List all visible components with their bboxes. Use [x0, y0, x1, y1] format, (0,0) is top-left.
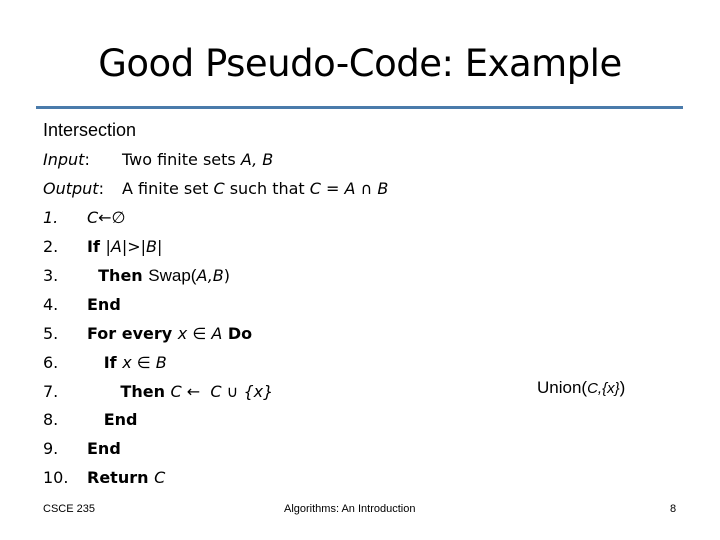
code-line-10: 10. Return C [43, 468, 165, 487]
keyword: Then [87, 266, 149, 285]
line-number: 2. [43, 237, 59, 256]
input-vars: A, B [240, 150, 274, 169]
code-line-4: 4. End [43, 295, 121, 314]
code-line-1: 1. C←∅ [43, 208, 126, 227]
keyword: End [87, 439, 121, 458]
keyword: Do [222, 324, 253, 343]
keyword: Then [87, 382, 171, 401]
keyword: For every [87, 324, 178, 343]
line-number: 9. [43, 439, 59, 458]
input-label: Input [43, 150, 85, 169]
output-c: C [213, 179, 225, 198]
code: x ∈ A [177, 324, 223, 343]
code-line-5: 5. For every x ∈ A Do [43, 324, 252, 343]
code: |A|>|B| [105, 237, 163, 256]
output-text: A finite set [122, 179, 214, 198]
union-side-note: Union(C,{x}) [537, 378, 625, 398]
code-line-7: 7. Then C ← C ∪ {x} [43, 382, 273, 401]
footer-course: CSCE 235 [43, 503, 95, 515]
union-end: ) [619, 378, 626, 397]
line-number: 8. [43, 410, 59, 429]
code: A,B [196, 266, 224, 285]
code-line-8: 8. End [43, 410, 137, 429]
union-func: Union( [537, 378, 588, 397]
keyword: Return [87, 468, 155, 487]
line-number: 4. [43, 295, 59, 314]
keyword: End [87, 410, 138, 429]
code: C [154, 468, 166, 487]
code-line-6: 6. If x ∈ B [43, 353, 167, 372]
code: x ∈ B [122, 353, 167, 372]
line-number: 7. [43, 382, 59, 401]
input-text: Two finite sets [122, 150, 241, 169]
title-divider [36, 106, 683, 109]
line-number: 10. [43, 468, 69, 487]
code: C ← C ∪ {x} [170, 382, 274, 401]
output-line: Output: A finite set C such that C = A ∩ … [43, 179, 389, 198]
output-mid: such that [224, 179, 310, 198]
line-number: 6. [43, 353, 59, 372]
page-number: 8 [670, 503, 677, 515]
output-label: Output [43, 179, 99, 198]
code-line-3: 3. Then Swap(A,B) [43, 266, 230, 286]
keyword: If [87, 237, 106, 256]
code-line-9: 9. End [43, 439, 121, 458]
output-eq: C = A ∩ B [309, 179, 389, 198]
union-args: C,{x} [587, 380, 620, 397]
code-end: ) [223, 266, 231, 285]
code: C←∅ [87, 208, 126, 227]
algorithm-name: Intersection [43, 120, 137, 140]
keyword: If [87, 353, 123, 372]
slide-title: Good Pseudo-Code: Example [98, 42, 622, 85]
footer-topic: Algorithms: An Introduction [284, 503, 416, 515]
code-line-2: 2. If |A|>|B| [43, 237, 162, 256]
line-number: 5. [43, 324, 59, 343]
line-number: 1. [43, 208, 59, 227]
code-func: Swap( [148, 266, 197, 285]
line-number: 3. [43, 266, 59, 285]
keyword: End [87, 295, 121, 314]
input-line: Input: Two finite sets A, B [43, 150, 274, 169]
